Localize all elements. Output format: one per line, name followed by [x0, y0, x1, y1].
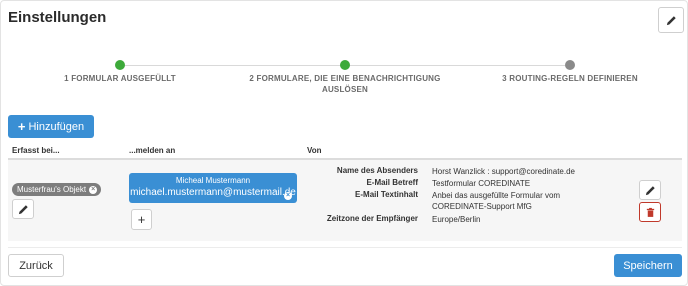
timezone-label: Zeitzone der Empfänger: [326, 214, 418, 223]
sender-name-label: Name des Absenders: [336, 166, 418, 175]
email-body-line-2: COREDINATE-Support MfG: [432, 202, 532, 211]
edit-row-button[interactable]: [639, 180, 661, 200]
column-header-from: Von: [307, 146, 322, 155]
delete-row-button[interactable]: [639, 202, 661, 222]
edit-object-button[interactable]: [12, 199, 34, 219]
step-2-label-line-1: 2 FORMULARE, DIE EINE BENACHRICHTIGUNG: [249, 74, 441, 83]
step-3-label: 3 ROUTING-REGELN DEFINIEREN: [502, 74, 638, 83]
step-2-label: 2 FORMULARE, DIE EINE BENACHRICHTIGUNG A…: [235, 73, 455, 95]
pencil-icon: [645, 185, 655, 195]
trash-icon: [646, 207, 654, 217]
timezone-value: Europe/Berlin: [432, 215, 481, 224]
step-1-label: 1 FORMULAR AUSGEFÜLLT: [64, 74, 176, 83]
recipient-name: Micheal Mustermann: [175, 176, 251, 185]
object-chip-label: Musterfrau's Objekt: [17, 185, 87, 194]
step-2-indicator: [340, 60, 350, 70]
remove-recipient-icon[interactable]: ×: [284, 192, 292, 200]
column-header-captured: Erfasst bei...: [12, 146, 60, 155]
remove-object-icon[interactable]: ×: [89, 185, 98, 194]
recipient-chip: Micheal Mustermann michael.mustermann@mu…: [129, 173, 297, 203]
step-1-indicator: [115, 60, 125, 70]
column-header-report-to: ...melden an: [129, 146, 176, 155]
settings-panel: Einstellungen 1 FORMULAR AUSGEFÜLLT 2 FO…: [0, 0, 688, 286]
step-2-label-line-2: AUSLÖSEN: [321, 85, 369, 94]
plus-icon: +: [137, 212, 146, 227]
email-body-value: Anbei das ausgefüllte Formular vom CORED…: [432, 190, 560, 212]
stepper-line-1: [125, 65, 341, 66]
stepper-line-2: [349, 65, 565, 66]
recipient-email: michael.mustermann@mustermail.de: [130, 187, 296, 198]
edit-settings-button[interactable]: [658, 7, 684, 33]
step-3-indicator: [565, 60, 575, 70]
add-recipient-button[interactable]: +: [131, 209, 152, 230]
pencil-icon: [666, 15, 676, 25]
footer-divider: [8, 247, 682, 248]
add-button[interactable]: + Hinzufügen: [8, 115, 94, 138]
page-title: Einstellungen: [8, 9, 107, 26]
plus-icon: +: [17, 119, 26, 134]
object-chip: Musterfrau's Objekt ×: [12, 183, 102, 196]
email-subject-label: E-Mail Betreff: [366, 178, 418, 187]
email-body-label: E-Mail Textinhalt: [355, 190, 418, 199]
pencil-icon: [18, 204, 28, 214]
save-button[interactable]: Speichern: [614, 254, 682, 277]
add-button-label: Hinzufügen: [28, 120, 85, 133]
email-subject-value: Testformular COREDINATE: [432, 179, 531, 188]
back-button[interactable]: Zurück: [8, 254, 64, 277]
sender-name-value: Horst Wanzlick : support@coredinate.de: [432, 167, 575, 176]
email-body-line-1: Anbei das ausgefüllte Formular vom: [432, 191, 561, 200]
